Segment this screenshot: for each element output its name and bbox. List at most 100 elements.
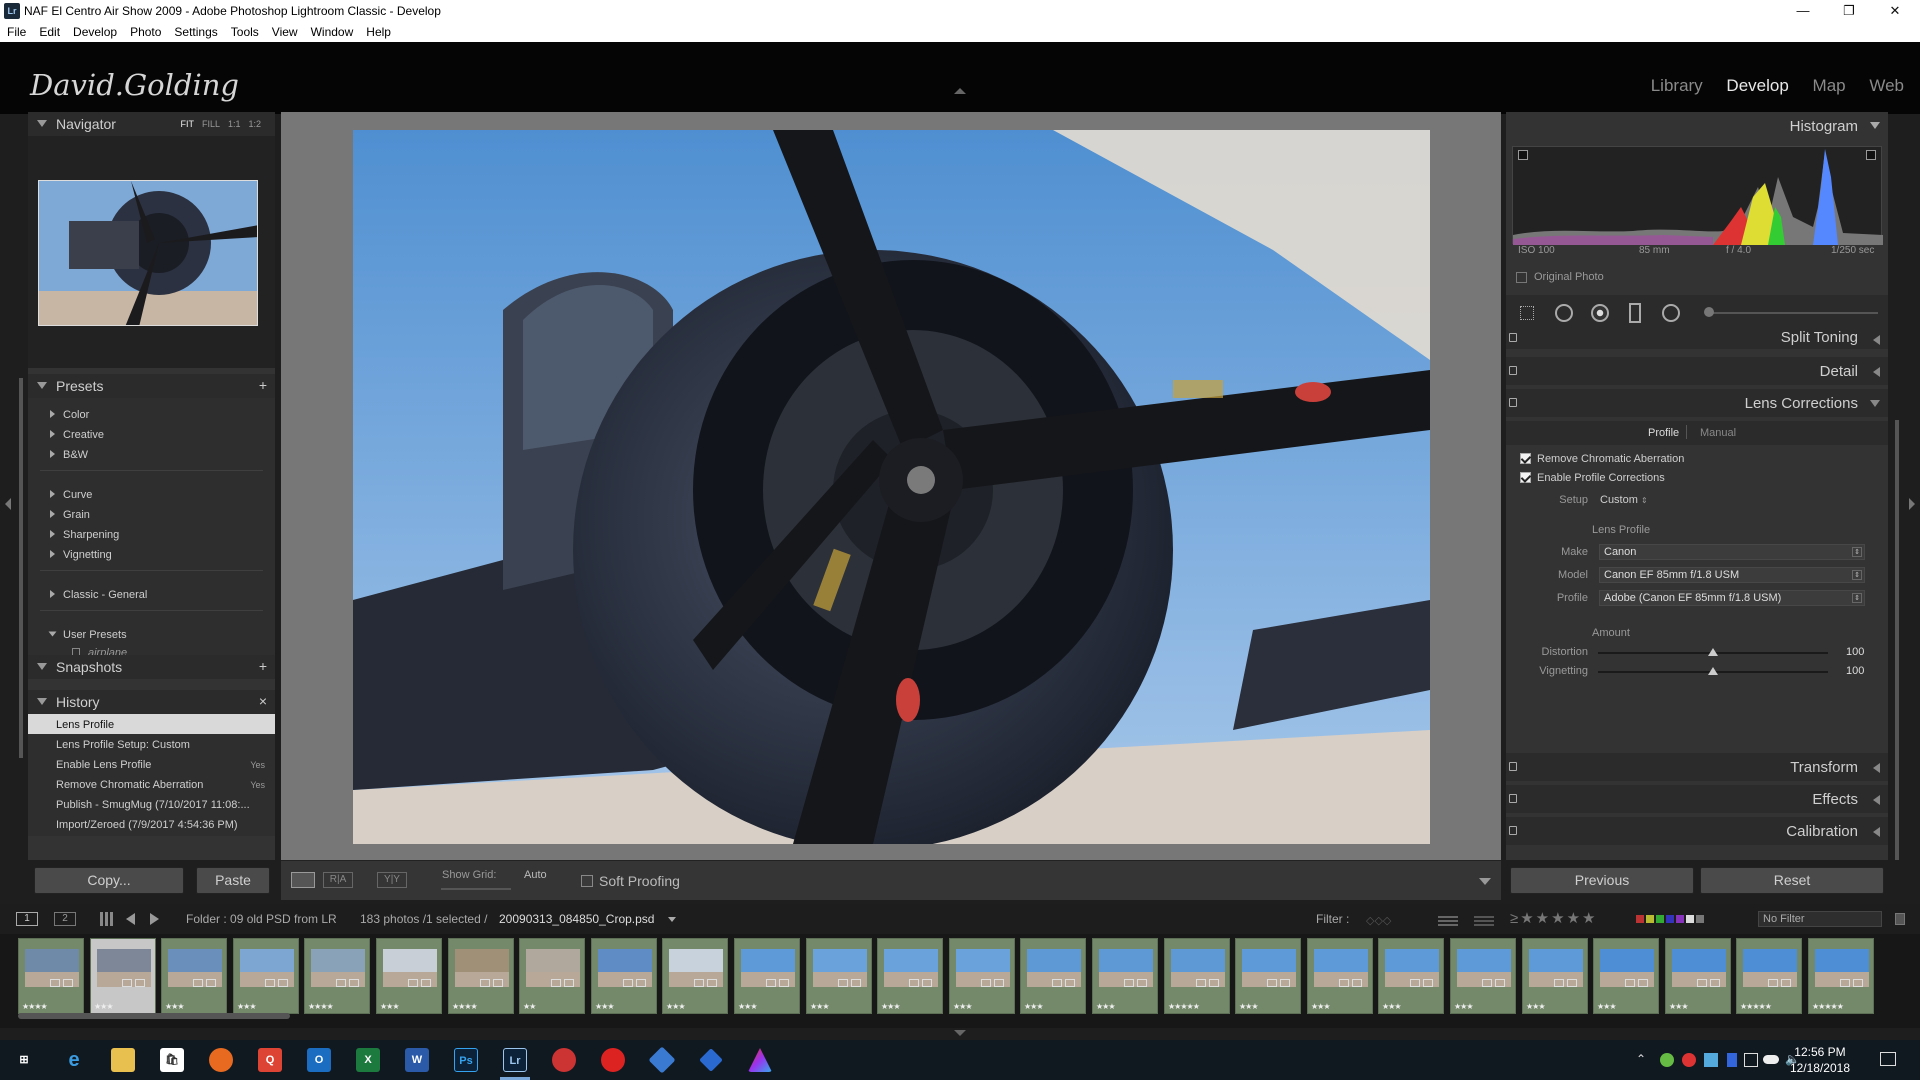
tab-manual[interactable]: Manual <box>1700 427 1736 439</box>
model-dropdown[interactable]: Canon EF 85mm f/1.8 USM ⇕ <box>1599 567 1865 583</box>
adjustment-brush-icon[interactable] <box>1704 307 1714 317</box>
tray-app-icon[interactable] <box>1660 1053 1674 1067</box>
before-after-lr-icon[interactable]: R|A <box>323 872 353 888</box>
filmstrip-thumbnail[interactable]: ★★ <box>519 938 585 1014</box>
rating-filter-stars[interactable]: ≥★★★★★ <box>1510 909 1597 927</box>
loupe-view-icon[interactable] <box>291 872 315 888</box>
filmstrip-thumbnail[interactable]: ★★★ <box>376 938 442 1014</box>
filmstrip-thumbnail[interactable]: ★★★★ <box>448 938 514 1014</box>
crop-badge-icon[interactable] <box>50 979 60 987</box>
filmstrip-thumbnail[interactable]: ★★★ <box>662 938 728 1014</box>
tab-profile[interactable]: Profile <box>1648 427 1679 439</box>
preset-group-user-presets[interactable]: User Presets <box>48 629 127 641</box>
left-scrollbar[interactable] <box>19 378 23 758</box>
qq-app-icon[interactable]: Q <box>258 1048 282 1072</box>
menu-photo[interactable]: Photo <box>123 22 167 39</box>
edit-badge-icon[interactable] <box>636 979 646 987</box>
no-label-icon[interactable] <box>1696 915 1704 923</box>
edit-badge-icon[interactable] <box>278 979 288 987</box>
edit-badge-icon[interactable] <box>1209 979 1219 987</box>
blue-label-icon[interactable] <box>1666 915 1674 923</box>
crop-badge-icon[interactable] <box>1625 979 1635 987</box>
clear-history-button[interactable]: × <box>259 693 267 709</box>
affinity-icon[interactable] <box>748 1048 772 1072</box>
menu-edit[interactable]: Edit <box>32 22 66 39</box>
filmstrip-thumbnail[interactable]: ★★★ <box>1307 938 1373 1014</box>
word-icon[interactable]: W <box>405 1048 429 1072</box>
crop-badge-icon[interactable] <box>909 979 919 987</box>
menu-file[interactable]: File <box>0 22 32 39</box>
lightroom-taskbar-icon[interactable]: Lr <box>503 1048 527 1072</box>
system-clock[interactable]: 12:56 PM 12/18/2018 <box>1790 1044 1850 1076</box>
module-library[interactable]: Library <box>1651 76 1703 95</box>
main-photo[interactable] <box>353 130 1430 844</box>
soft-proofing-checkbox[interactable] <box>581 875 593 887</box>
snapshots-header[interactable]: Snapshots + <box>28 655 275 679</box>
edit-badge-icon[interactable] <box>1495 979 1505 987</box>
presets-header[interactable]: Presets + <box>28 374 275 398</box>
crop-overlay-icon[interactable] <box>1520 306 1534 320</box>
preset-group-curve[interactable]: Curve <box>50 489 92 501</box>
panel-switch-icon[interactable] <box>1509 366 1517 375</box>
crop-badge-icon[interactable] <box>1482 979 1492 987</box>
preset-group-vignetting[interactable]: Vignetting <box>50 549 112 561</box>
store-icon[interactable]: 🛍 <box>160 1048 184 1072</box>
shadow-clipping-icon[interactable] <box>1518 150 1528 160</box>
calibration-header[interactable]: Calibration <box>1506 817 1888 845</box>
history-item[interactable]: Lens Profile Setup: Custom <box>28 734 275 754</box>
virtual-filter-icon[interactable] <box>1474 914 1494 926</box>
grid-view-icon[interactable] <box>100 912 114 926</box>
history-header[interactable]: History × <box>28 690 275 714</box>
history-item[interactable]: Enable Lens Profile Yes <box>28 754 275 774</box>
module-map[interactable]: Map <box>1813 76 1846 95</box>
vignetting-value[interactable]: 100 <box>1846 665 1864 677</box>
lens-corrections-header[interactable]: Lens Corrections <box>1506 389 1888 417</box>
menu-help[interactable]: Help <box>359 22 397 39</box>
history-item[interactable]: Publish - SmugMug (7/10/2017 11:08:... <box>28 794 275 814</box>
history-item[interactable]: Import/Zeroed (7/9/2017 4:54:36 PM) <box>28 814 275 834</box>
image-canvas[interactable] <box>281 112 1501 860</box>
crop-badge-icon[interactable] <box>1124 979 1134 987</box>
edit-badge-icon[interactable] <box>493 979 503 987</box>
filmstrip-thumbnail[interactable]: ★★★ <box>1092 938 1158 1014</box>
distortion-slider-knob[interactable] <box>1708 648 1718 656</box>
edit-badge-icon[interactable] <box>1352 979 1362 987</box>
creative-cloud-icon[interactable] <box>601 1048 625 1072</box>
menu-window[interactable]: Window <box>304 22 360 39</box>
cloud-icon[interactable] <box>1763 1055 1779 1064</box>
panel-switch-icon[interactable] <box>1509 333 1517 342</box>
filter-lock-icon[interactable] <box>1895 913 1905 925</box>
selected-filename[interactable]: 20090313_084850_Crop.psd <box>499 912 654 926</box>
filmstrip-thumbnail[interactable]: ★★★ <box>1593 938 1659 1014</box>
edit-badge-icon[interactable] <box>1567 979 1577 987</box>
close-button[interactable]: ✕ <box>1872 0 1918 22</box>
crop-badge-icon[interactable] <box>694 979 704 987</box>
show-grid-select[interactable]: Auto <box>524 869 547 881</box>
filmstrip-thumbnail[interactable]: ★★★ <box>1665 938 1731 1014</box>
app-cube-icon[interactable] <box>699 1048 723 1072</box>
filmstrip-thumbnail[interactable]: ★★★★★ <box>1736 938 1802 1014</box>
color-label-filter[interactable] <box>1636 915 1714 925</box>
navigator-zoom-modes[interactable]: FIT FILL 1:1 1:2 <box>180 119 269 129</box>
crop-badge-icon[interactable] <box>551 979 561 987</box>
crop-badge-icon[interactable] <box>1196 979 1206 987</box>
tray-onedrive-icon[interactable] <box>1704 1053 1718 1067</box>
history-item[interactable]: Lens Profile <box>28 714 275 734</box>
network-icon[interactable] <box>1744 1053 1758 1067</box>
histogram-graph[interactable] <box>1512 146 1883 245</box>
crop-badge-icon[interactable] <box>193 979 203 987</box>
zoom-1-1[interactable]: 1:1 <box>228 119 241 129</box>
filmstrip-thumbnail[interactable]: ★★★ <box>1235 938 1301 1014</box>
crop-badge-icon[interactable] <box>1840 979 1850 987</box>
chrome-like-icon[interactable] <box>552 1048 576 1072</box>
red-eye-icon[interactable] <box>1591 304 1609 322</box>
preset-group-color[interactable]: Color <box>50 409 89 421</box>
edit-badge-icon[interactable] <box>349 979 359 987</box>
other-label-icon[interactable] <box>1686 915 1694 923</box>
maximize-button[interactable]: ❐ <box>1826 0 1872 22</box>
paste-button[interactable]: Paste <box>196 867 270 894</box>
highlight-clipping-icon[interactable] <box>1866 150 1876 160</box>
edit-badge-icon[interactable] <box>922 979 932 987</box>
green-label-icon[interactable] <box>1656 915 1664 923</box>
previous-button[interactable]: Previous <box>1510 867 1694 894</box>
